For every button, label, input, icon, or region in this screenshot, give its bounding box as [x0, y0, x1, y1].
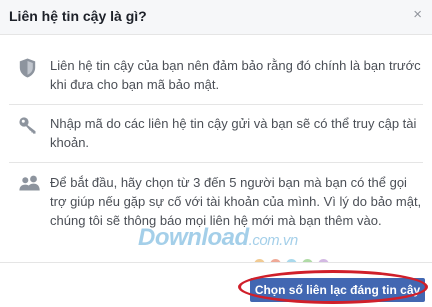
watermark-logo: Download.com.vn	[138, 224, 298, 252]
divider	[9, 162, 423, 163]
shield-icon	[19, 58, 36, 83]
info-text-choose: Để bắt đầu, hãy chọn từ 3 đến 5 người bạ…	[50, 175, 422, 228]
watermark-suffix: .com.vn	[248, 232, 299, 249]
key-icon	[19, 117, 37, 140]
watermark-main: Download	[138, 224, 249, 251]
choose-trusted-contacts-button[interactable]: Chọn số liên lạc đáng tin cậy	[250, 278, 425, 302]
close-icon[interactable]: ×	[413, 6, 422, 23]
info-text-verify: Liên hệ tin cậy của bạn nên đảm bảo rằng…	[50, 58, 421, 92]
people-icon	[19, 175, 40, 196]
divider	[9, 104, 423, 105]
dialog-header: Liên hệ tin cậy là gì? ×	[0, 0, 432, 35]
dialog-title: Liên hệ tin cậy là gì?	[9, 8, 147, 24]
info-text-code: Nhập mã do các liên hệ tin cậy gửi và bạ…	[50, 116, 417, 150]
